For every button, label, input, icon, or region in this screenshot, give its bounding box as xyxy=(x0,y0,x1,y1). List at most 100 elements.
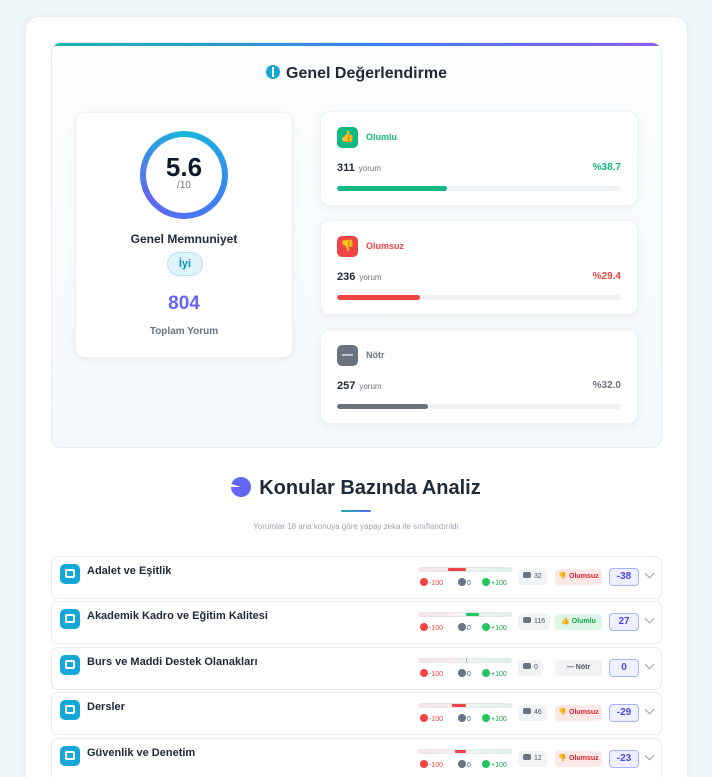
sentiment-card-2: — Nötr 257 yorum %32.0 xyxy=(320,329,638,424)
sentiment-tag: 👎 Olumsuz xyxy=(555,569,602,585)
sentiment-card-0: 👍 Olumlu 311 yorum %38.7 xyxy=(320,111,638,206)
pie-chart-icon xyxy=(231,477,252,497)
overall-title: Genel Değerlendirme xyxy=(52,65,661,83)
score-value: 5.6 xyxy=(165,152,203,182)
sentiment-count: 236 yorum xyxy=(337,271,382,283)
scale-labels: -100 0 +100 xyxy=(420,623,512,635)
topic-row[interactable]: Güvenlik ve Denetim -100 0 +100 12 👎 Olumsuz -… xyxy=(51,738,662,777)
neutral-dot-icon xyxy=(458,669,466,677)
neutral-dot-icon xyxy=(458,760,466,768)
sentiment-name: Nötr xyxy=(366,350,385,360)
sentiment-tag: — Nötr xyxy=(555,660,602,676)
scale-marker xyxy=(448,568,466,571)
sentiment-percent: %38.7 xyxy=(592,162,621,173)
positive-dot-icon xyxy=(482,578,490,586)
negative-dot-icon xyxy=(420,669,428,677)
comment-count-badge: 32 xyxy=(518,569,547,585)
topic-row[interactable]: Burs ve Maddi Destek Olanakları -100 0 +100… xyxy=(51,647,662,690)
neutral-dot-icon xyxy=(458,623,466,631)
topic-row[interactable]: Akademik Kadro ve Eğitim Kalitesi -100 0 +1… xyxy=(51,601,662,644)
comments-icon xyxy=(523,572,531,578)
total-comments-value: 804 xyxy=(168,293,200,314)
chevron-down-icon[interactable] xyxy=(644,751,656,763)
sentiment-name: Olumlu xyxy=(366,132,397,142)
thumbs-up-icon: 👍 xyxy=(337,127,358,148)
chevron-down-icon[interactable] xyxy=(644,705,656,717)
brain-icon xyxy=(266,65,281,79)
comment-count-badge: 46 xyxy=(518,705,547,721)
topic-score: -23 xyxy=(609,750,639,768)
scale-labels: -100 0 +100 xyxy=(420,578,512,590)
book-icon xyxy=(60,700,80,720)
comment-count-badge: 12 xyxy=(518,751,547,767)
score-ring: 5.6 /10 xyxy=(140,131,228,219)
sentiment-scale xyxy=(418,567,512,572)
sentiment-scale xyxy=(418,612,512,617)
sentiment-percent: %32.0 xyxy=(592,380,621,391)
money-hand-icon xyxy=(60,655,80,675)
sentiment-count: 311 yorum xyxy=(337,162,381,174)
sentiment-bar xyxy=(337,186,621,191)
scales-icon xyxy=(60,564,80,584)
scale-marker xyxy=(455,750,466,753)
score-card: 5.6 /10 Genel Memnuniyet İyi 804 Toplam … xyxy=(75,112,293,358)
sentiment-scale xyxy=(418,703,512,708)
comments-icon xyxy=(523,708,531,714)
topic-name: Burs ve Maddi Destek Olanakları xyxy=(87,656,258,668)
sentiment-tag: 👍 Olumlu xyxy=(555,614,602,630)
scale-labels: -100 0 +100 xyxy=(420,714,512,726)
positive-dot-icon xyxy=(482,669,490,677)
score-label: Genel Memnuniyet xyxy=(130,232,238,246)
comments-icon xyxy=(523,754,531,760)
negative-dot-icon xyxy=(420,578,428,586)
total-comments-label: Toplam Yorum xyxy=(149,326,219,337)
topic-name: Güvenlik ve Denetim xyxy=(87,747,196,759)
sentiment-bar-fill xyxy=(337,404,428,409)
sentiment-bar-fill xyxy=(337,186,447,191)
sentiment-scale xyxy=(418,749,512,754)
chevron-down-icon[interactable] xyxy=(644,569,656,581)
sentiment-name: Olumsuz xyxy=(366,241,405,251)
scale-labels: -100 0 +100 xyxy=(420,669,512,681)
positive-dot-icon xyxy=(482,623,490,631)
scale-marker xyxy=(466,659,467,662)
topic-score: 27 xyxy=(609,613,639,631)
comments-icon xyxy=(523,617,531,623)
rating-badge: İyi xyxy=(167,252,203,276)
scale-marker xyxy=(452,704,466,707)
topics-section-title: Konular Bazında Analiz xyxy=(0,477,712,500)
sentiment-percent: %29.4 xyxy=(592,271,621,282)
sentiment-tag: 👎 Olumsuz xyxy=(555,751,602,767)
teacher-icon xyxy=(60,609,80,629)
comment-count-badge: 0 xyxy=(518,660,543,676)
shield-icon xyxy=(60,746,80,766)
sentiment-count: 257 yorum xyxy=(337,380,382,392)
topics-section-subtitle: Yorumlar 18 ana konuya göre yapay zeka i… xyxy=(253,522,459,531)
chevron-down-icon[interactable] xyxy=(644,660,656,672)
scale-labels: -100 0 +100 xyxy=(420,760,512,772)
sentiment-bar xyxy=(337,295,621,300)
title-underline xyxy=(341,510,371,512)
topic-row[interactable]: Dersler -100 0 +100 46 👎 Olumsuz -29 xyxy=(51,692,662,735)
neutral-dot-icon xyxy=(458,714,466,722)
neutral-dot-icon xyxy=(458,578,466,586)
topic-score: -38 xyxy=(609,568,639,586)
comments-icon xyxy=(523,663,531,669)
positive-dot-icon xyxy=(482,760,490,768)
sentiment-scale xyxy=(418,658,512,663)
overall-section: Genel Değerlendirme 5.6 /10 Genel Memnun… xyxy=(51,42,662,448)
negative-dot-icon xyxy=(420,623,428,631)
topic-row[interactable]: Adalet ve Eşitlik -100 0 +100 32 👎 Olumsuz -38 xyxy=(51,556,662,599)
positive-dot-icon xyxy=(482,714,490,722)
topic-name: Adalet ve Eşitlik xyxy=(87,565,172,577)
chevron-down-icon[interactable] xyxy=(644,614,656,626)
sentiment-tag: 👎 Olumsuz xyxy=(555,705,602,721)
minus-icon: — xyxy=(337,345,358,366)
sentiment-card-1: 👎 Olumsuz 236 yorum %29.4 xyxy=(320,220,638,315)
score-max: /10 xyxy=(177,180,191,191)
scale-marker xyxy=(466,613,479,616)
topic-name: Dersler xyxy=(87,701,125,713)
sentiment-bar xyxy=(337,404,621,409)
topic-score: 0 xyxy=(609,659,639,677)
topic-score: -29 xyxy=(609,704,639,722)
